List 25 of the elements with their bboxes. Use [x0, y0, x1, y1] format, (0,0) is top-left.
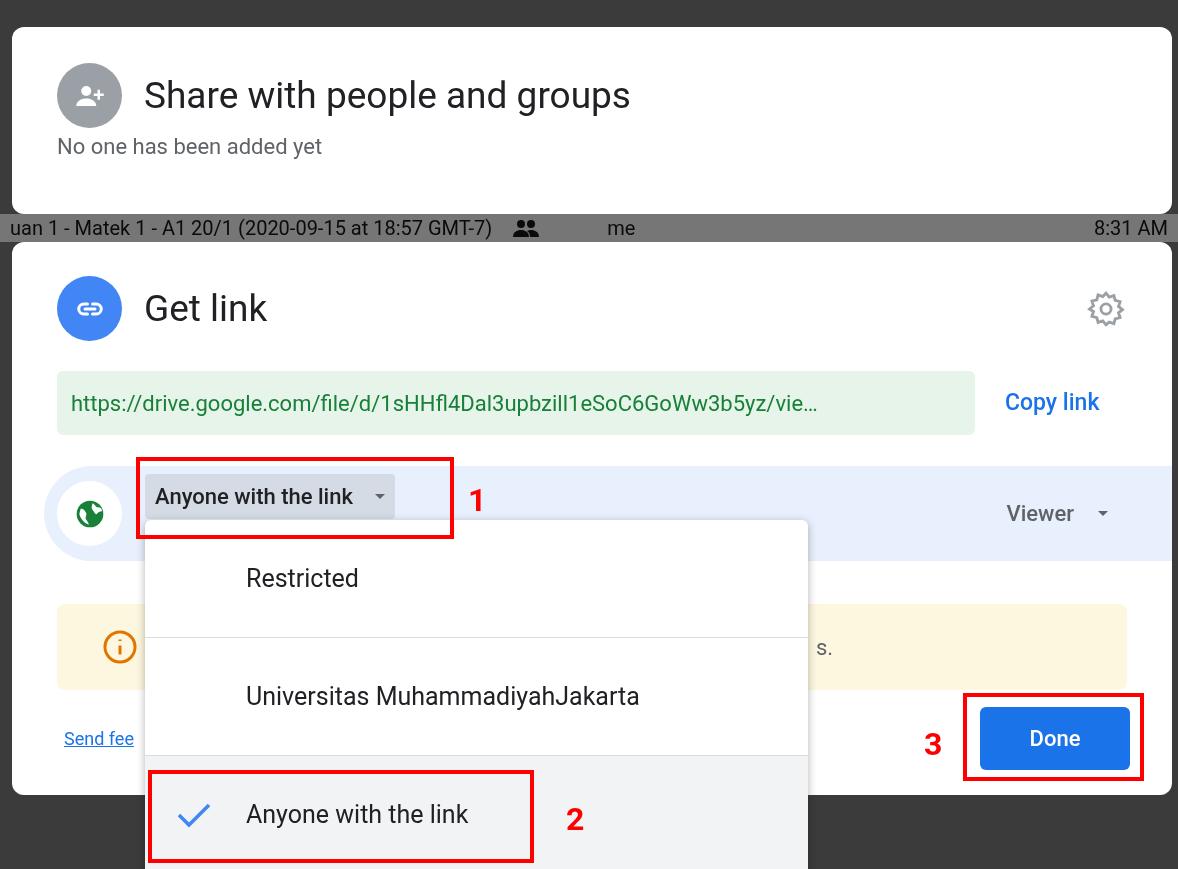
annotation-number: 1: [468, 480, 487, 521]
access-dropdown[interactable]: Anyone with the link: [145, 474, 395, 519]
done-button[interactable]: Done: [980, 707, 1130, 770]
role-dropdown[interactable]: Viewer: [1006, 497, 1108, 530]
file-time: 8:31 AM: [1093, 218, 1168, 238]
file-owner: me: [607, 218, 636, 238]
settings-icon[interactable]: [1087, 289, 1125, 328]
share-subtitle: No one has been added yet: [57, 133, 324, 161]
link-url-field[interactable]: https://drive.google.com/file/d/1sHHfl4Dal3upbzill1eSoC6GoWw3b5yz/vie…: [57, 371, 975, 435]
share-title: Share with people and groups: [144, 72, 631, 119]
info-icon: [102, 629, 138, 665]
annotation-number: 3: [924, 724, 943, 765]
warning-text: s.: [816, 633, 834, 662]
access-menu-item[interactable]: Universitas MuhammadiyahJakarta: [145, 638, 808, 755]
access-menu-item[interactable]: Restricted: [145, 520, 808, 637]
check-icon: [177, 801, 211, 828]
caret-icon: [1098, 511, 1108, 516]
people-icon: [512, 219, 541, 237]
get-link-title: Get link: [144, 285, 268, 332]
annotation-number: 2: [566, 799, 585, 840]
caret-icon: [374, 494, 385, 499]
globe-icon: [57, 481, 122, 546]
file-name: uan 1 - Matek 1 - A1 20/1 (2020-09-15 at 18:57 GMT-7): [10, 218, 493, 238]
copy-link-button[interactable]: Copy link: [1005, 385, 1100, 421]
send-feedback-link[interactable]: Send fee: [64, 725, 134, 752]
